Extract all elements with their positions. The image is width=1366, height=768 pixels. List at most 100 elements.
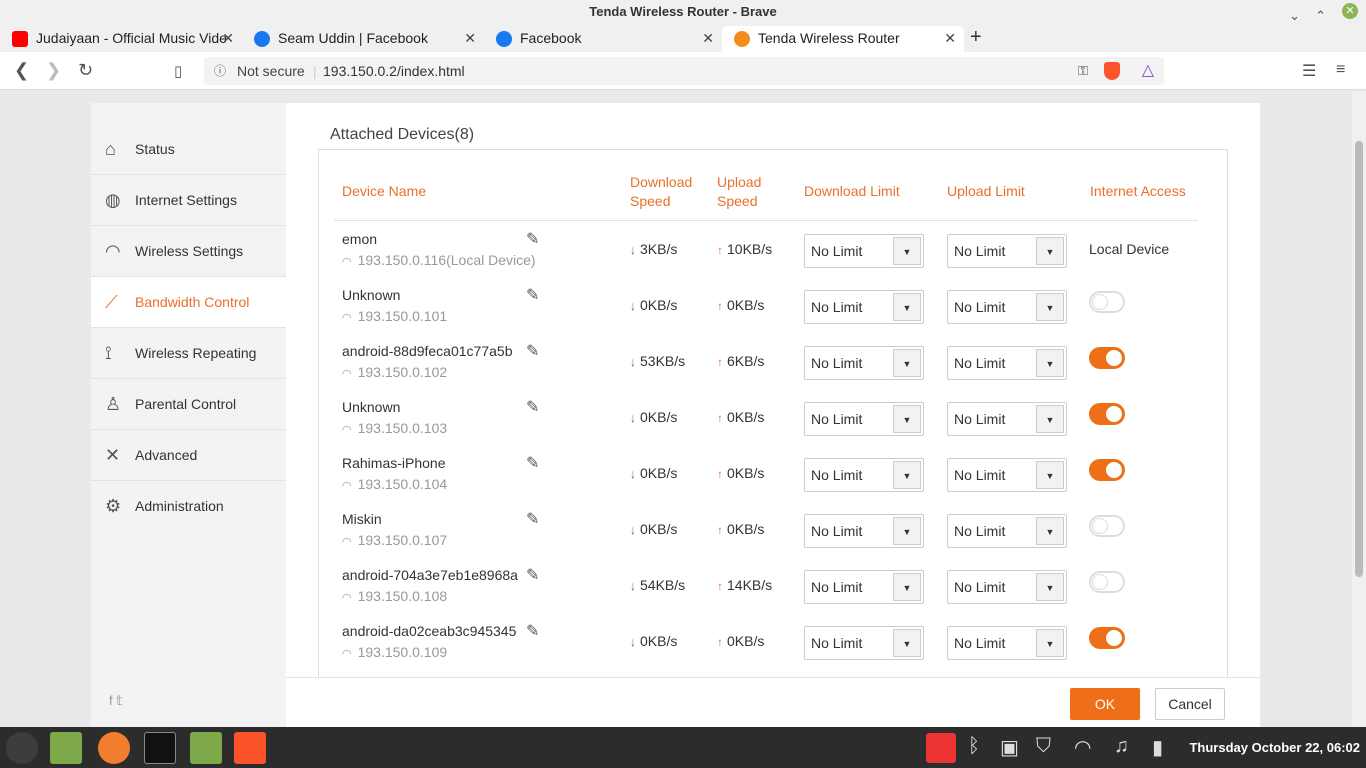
bluetooth-icon[interactable]: ᛒ (968, 735, 980, 758)
network-wifi-icon[interactable]: ◠ (1074, 735, 1091, 760)
internet-access-toggle[interactable] (1089, 403, 1125, 425)
reload-icon[interactable]: ↻ (78, 60, 93, 81)
upload-limit-select[interactable]: No Limit ▼ (947, 458, 1067, 492)
edit-icon[interactable]: ✎ (526, 341, 539, 361)
download-limit-select[interactable]: No Limit ▼ (804, 290, 924, 324)
download-limit-select[interactable]: No Limit ▼ (804, 514, 924, 548)
chevron-down-icon[interactable]: ▼ (1036, 517, 1064, 545)
edit-icon[interactable]: ✎ (526, 453, 539, 473)
sidebar-item-wireless-settings[interactable]: ◠ Wireless Settings (91, 226, 286, 277)
url-text[interactable]: 193.150.0.2/index.html (323, 57, 465, 85)
taskbar-clock[interactable]: Thursday October 22, 06:02 (1189, 740, 1360, 755)
internet-access-toggle[interactable] (1089, 347, 1125, 369)
brave-rewards-icon[interactable]: △ (1142, 57, 1154, 85)
chevron-down-icon[interactable]: ▼ (1036, 573, 1064, 601)
folder-icon[interactable] (190, 732, 222, 764)
up-arrow-icon: ↑ (717, 299, 723, 313)
files-icon[interactable] (50, 732, 82, 764)
chevron-down-icon[interactable]: ▼ (893, 517, 921, 545)
edit-icon[interactable]: ✎ (526, 285, 539, 305)
download-limit-select[interactable]: No Limit ▼ (804, 458, 924, 492)
upload-limit-select[interactable]: No Limit ▼ (947, 570, 1067, 604)
battery-icon[interactable]: ▮ (1152, 735, 1163, 760)
chevron-down-icon[interactable]: ▼ (893, 461, 921, 489)
brave-taskbar-icon[interactable] (234, 732, 266, 764)
upload-limit-select[interactable]: No Limit ▼ (947, 514, 1067, 548)
bookmark-icon[interactable]: ▯ (174, 62, 182, 80)
chevron-down-icon[interactable]: ▼ (893, 349, 921, 377)
anydesk-icon[interactable] (926, 733, 956, 763)
url-divider: | (313, 63, 317, 79)
upload-limit-select[interactable]: No Limit ▼ (947, 346, 1067, 380)
internet-access-toggle[interactable] (1089, 459, 1125, 481)
key-icon[interactable]: ⚿ (1078, 57, 1088, 85)
reading-list-icon[interactable]: ☰ (1302, 61, 1316, 81)
upload-limit-select[interactable]: No Limit ▼ (947, 626, 1067, 660)
clipboard-icon[interactable]: ▣ (1000, 735, 1019, 760)
device-name: android-704a3e7eb1e8968a (342, 567, 518, 583)
chevron-down-icon[interactable]: ▼ (893, 629, 921, 657)
address-bar[interactable]: ⓘ Not secure | 193.150.0.2/index.html ⚿ … (204, 57, 1164, 85)
edit-icon[interactable]: ✎ (526, 621, 539, 641)
close-tab-icon[interactable]: ✕ (702, 26, 714, 50)
scrollbar-thumb[interactable] (1355, 141, 1363, 577)
sidebar-item-internet-settings[interactable]: ◍ Internet Settings (91, 175, 286, 226)
download-limit-select[interactable]: No Limit ▼ (804, 402, 924, 436)
ok-button[interactable]: OK (1070, 688, 1140, 720)
mint-menu-icon[interactable] (6, 732, 38, 764)
select-value: No Limit (954, 299, 1006, 315)
sidebar-item-wireless-repeating[interactable]: ⟟ Wireless Repeating (91, 328, 286, 379)
tab-seam-uddin[interactable]: Seam Uddin | Facebook ✕ (242, 26, 484, 52)
back-icon[interactable]: ❮ (14, 60, 29, 81)
page-scrollbar[interactable] (1352, 91, 1366, 727)
close-tab-icon[interactable]: ✕ (222, 26, 234, 50)
tab-facebook[interactable]: Facebook ✕ (484, 26, 722, 52)
chevron-down-icon[interactable]: ▼ (893, 573, 921, 601)
menu-icon[interactable]: ≡ (1336, 61, 1345, 79)
edit-icon[interactable]: ✎ (526, 509, 539, 529)
internet-access-toggle[interactable] (1089, 627, 1125, 649)
tab-tenda-router[interactable]: Tenda Wireless Router ✕ (722, 26, 964, 52)
upload-limit-select[interactable]: No Limit ▼ (947, 290, 1067, 324)
internet-access-toggle[interactable] (1089, 515, 1125, 537)
download-limit-select[interactable]: No Limit ▼ (804, 626, 924, 660)
internet-access-toggle[interactable] (1089, 571, 1125, 593)
edit-icon[interactable]: ✎ (526, 565, 539, 585)
chevron-down-icon[interactable]: ▼ (1036, 461, 1064, 489)
new-tab-button[interactable]: + (970, 26, 982, 49)
sidebar-item-administration[interactable]: ⚙ Administration (91, 481, 286, 532)
chevron-down-icon[interactable]: ▼ (893, 237, 921, 265)
sidebar-item-bandwidth-control[interactable]: ⟋ Bandwidth Control (91, 277, 286, 328)
sidebar-item-status[interactable]: ⌂ Status (91, 124, 286, 175)
download-limit-select[interactable]: No Limit ▼ (804, 570, 924, 604)
close-tab-icon[interactable]: ✕ (944, 26, 956, 50)
sidebar-item-advanced[interactable]: ✕ Advanced (91, 430, 286, 481)
chevron-down-icon[interactable]: ▼ (1036, 349, 1064, 377)
download-limit-select[interactable]: No Limit ▼ (804, 346, 924, 380)
chevron-down-icon[interactable]: ▼ (893, 405, 921, 433)
chevron-down-icon[interactable]: ▼ (1036, 405, 1064, 433)
forward-icon[interactable]: ❯ (46, 60, 61, 81)
upload-limit-select[interactable]: No Limit ▼ (947, 402, 1067, 436)
social-links[interactable]: f 𝕥 (109, 693, 122, 709)
close-window-button[interactable]: ✕ (1342, 3, 1358, 19)
brave-shield-icon[interactable] (1104, 62, 1120, 80)
download-limit-select[interactable]: No Limit ▼ (804, 234, 924, 268)
tab-youtube[interactable]: Judaiyaan - Official Music Vide ✕ (0, 26, 242, 52)
taskbar: ᛒ ▣ ⛉ ◠ ♫ ▮ Thursday October 22, 06:02 (0, 727, 1366, 768)
chevron-down-icon[interactable]: ▼ (893, 293, 921, 321)
shield-tray-icon[interactable]: ⛉ (1036, 735, 1051, 758)
edit-icon[interactable]: ✎ (526, 397, 539, 417)
sound-icon[interactable]: ♫ (1114, 735, 1129, 758)
chevron-down-icon[interactable]: ▼ (1036, 293, 1064, 321)
edit-icon[interactable]: ✎ (526, 229, 539, 249)
internet-access-toggle[interactable] (1089, 291, 1125, 313)
sidebar-item-parental-control[interactable]: ♙ Parental Control (91, 379, 286, 430)
chevron-down-icon[interactable]: ▼ (1036, 629, 1064, 657)
upload-limit-select[interactable]: No Limit ▼ (947, 234, 1067, 268)
chevron-down-icon[interactable]: ▼ (1036, 237, 1064, 265)
close-tab-icon[interactable]: ✕ (464, 26, 476, 50)
terminal-icon[interactable] (144, 732, 176, 764)
cancel-button[interactable]: Cancel (1155, 688, 1225, 720)
firefox-icon[interactable] (98, 732, 130, 764)
